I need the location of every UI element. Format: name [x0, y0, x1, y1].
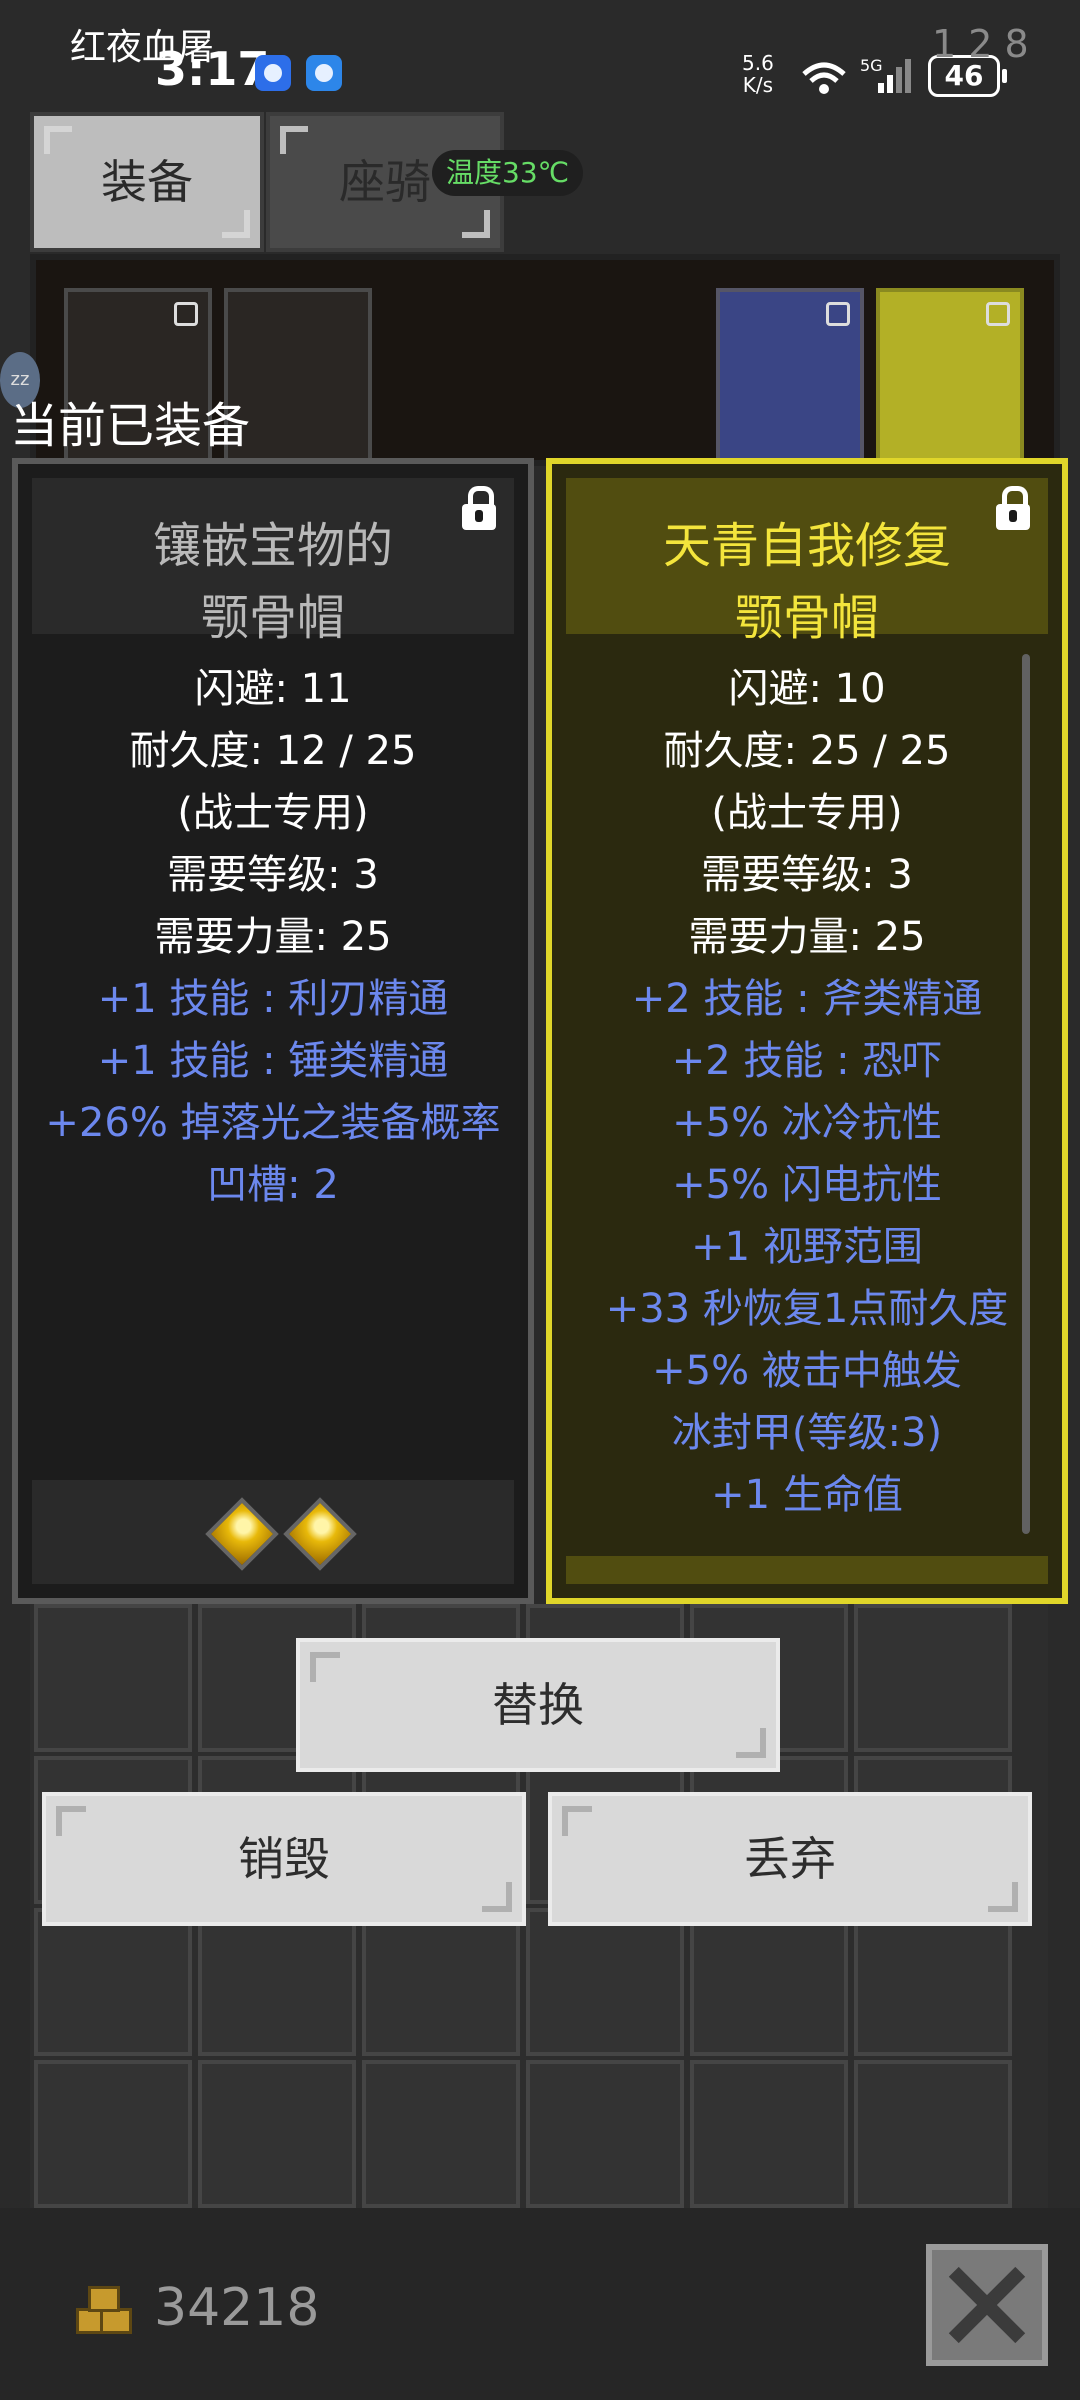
- inventory-slot[interactable]: [690, 1908, 848, 2056]
- inventory-slot[interactable]: [34, 1604, 192, 1752]
- equipment-slot[interactable]: [716, 288, 864, 466]
- stat-line: 耐久度: 25 / 25: [663, 728, 951, 774]
- lock-icon: [826, 302, 850, 326]
- corner-number: 1 2 8: [932, 22, 1029, 66]
- wifi-icon: [802, 62, 846, 94]
- network-speed-value: 5.6: [742, 51, 774, 75]
- stat-line: +2 技能 : 恐吓: [671, 1038, 943, 1084]
- inventory-slot[interactable]: [854, 2060, 1012, 2208]
- temperature-badge: 温度33℃: [432, 150, 584, 196]
- discard-button-label: 丢弃: [744, 1832, 836, 1886]
- stat-line: +1 技能 : 利刃精通: [97, 976, 449, 1022]
- stat-line: 需要等级: 3: [167, 852, 379, 898]
- inventory-slot[interactable]: [362, 1908, 520, 2056]
- corner-decoration: [562, 1806, 592, 1836]
- replace-button[interactable]: 替换: [296, 1638, 780, 1772]
- network-speed-unit: K/s: [742, 73, 774, 97]
- stat-line: 凹槽: 2: [207, 1162, 339, 1208]
- card-header: 镶嵌宝物的 颚骨帽: [32, 478, 514, 646]
- stat-line: +33 秒恢复1点耐久度: [605, 1286, 1009, 1332]
- inventory-slot[interactable]: [34, 1908, 192, 2056]
- equipped-label: 当前已装备: [10, 398, 251, 454]
- cloud-icon: [306, 55, 342, 91]
- stat-line: +5% 被击中触发: [652, 1348, 962, 1394]
- corner-decoration: [310, 1652, 340, 1682]
- inventory-slot[interactable]: [526, 2060, 684, 2208]
- scrollbar[interactable]: [1022, 654, 1030, 1534]
- discard-button[interactable]: 丢弃: [548, 1792, 1032, 1926]
- card-footer: [566, 1556, 1048, 1584]
- close-button[interactable]: [926, 2244, 1048, 2366]
- item-name-line1: 镶嵌宝物的: [152, 518, 393, 574]
- stat-line: 需要等级: 3: [701, 852, 913, 898]
- stat-line: +5% 冰冷抗性: [672, 1100, 942, 1146]
- corner-decoration: [280, 126, 308, 154]
- tab-equipment[interactable]: 装备: [30, 112, 264, 252]
- stat-line: 需要力量: 25: [688, 914, 926, 960]
- stat-line: +26% 掉落光之装备概率: [45, 1100, 501, 1146]
- stat-line: 耐久度: 12 / 25: [129, 728, 417, 774]
- socket-bar: [32, 1480, 514, 1584]
- corner-decoration: [56, 1806, 86, 1836]
- stat-line: 冰封甲(等级:3): [671, 1410, 943, 1456]
- item-name-line2: 颚骨帽: [200, 590, 345, 646]
- stat-line: (战士专用): [177, 790, 369, 836]
- inventory-slot[interactable]: [198, 1908, 356, 2056]
- corner-decoration: [736, 1728, 766, 1758]
- item-stats: 闪避: 10 耐久度: 25 / 25 (战士专用) 需要等级: 3 需要力量: 25 +…: [552, 658, 1062, 1526]
- stat-line: (战士专用): [711, 790, 903, 836]
- gold-amount: 34218: [154, 2278, 320, 2338]
- replace-button-label: 替换: [492, 1678, 584, 1732]
- inventory-slot[interactable]: [854, 1908, 1012, 2056]
- inventory-slot[interactable]: [690, 2060, 848, 2208]
- corner-decoration: [482, 1882, 512, 1912]
- gem-icon: [283, 1497, 357, 1571]
- bottom-bar: 34218: [0, 2208, 1080, 2400]
- new-item-card: 天青自我修复 颚骨帽 闪避: 10 耐久度: 25 / 25 (战士专用) 需要等级:…: [546, 458, 1068, 1604]
- cell-signal-icon: 5G: [860, 56, 911, 93]
- corner-decoration: [222, 210, 250, 238]
- destroy-button-label: 销毁: [238, 1832, 330, 1886]
- item-name-line1: 天青自我修复: [662, 518, 951, 574]
- gold-coins-icon: [70, 2284, 134, 2336]
- lock-icon: [174, 302, 198, 326]
- item-stats: 闪避: 11 耐久度: 12 / 25 (战士专用) 需要等级: 3 需要力量: 25 +…: [18, 658, 528, 1216]
- item-name-line2: 颚骨帽: [734, 590, 879, 646]
- corner-decoration: [988, 1882, 1018, 1912]
- inventory-slot[interactable]: [198, 2060, 356, 2208]
- gem-icon: [205, 1497, 279, 1571]
- lock-icon[interactable]: [996, 486, 1030, 530]
- destroy-button[interactable]: 销毁: [42, 1792, 526, 1926]
- stat-line: +1 生命值: [711, 1472, 903, 1518]
- bulb-icon: [255, 55, 291, 91]
- network-speed: 5.6 K/s: [742, 52, 774, 96]
- stat-line: 闪避: 11: [194, 666, 352, 712]
- stat-line: 需要力量: 25: [154, 914, 392, 960]
- stat-line: +1 技能 : 锤类精通: [97, 1038, 449, 1084]
- inventory-slot[interactable]: [362, 2060, 520, 2208]
- inventory-slot[interactable]: [526, 1908, 684, 2056]
- equipped-item-card: 镶嵌宝物的 颚骨帽 闪避: 11 耐久度: 12 / 25 (战士专用) 需要等级: …: [12, 458, 534, 1604]
- clock: 3:17: [155, 42, 270, 96]
- stat-line: +2 技能 : 斧类精通: [631, 976, 983, 1022]
- helmet-slot[interactable]: [876, 288, 1024, 466]
- network-type: 5G: [860, 56, 883, 75]
- corner-decoration: [44, 126, 72, 154]
- stat-line: +1 视野范围: [691, 1224, 923, 1270]
- lock-icon: [986, 302, 1010, 326]
- lock-icon[interactable]: [462, 486, 496, 530]
- stat-line: +5% 闪电抗性: [672, 1162, 942, 1208]
- status-bar: 红夜血屠 3:17 5.6 K/s 5G 46 1 2 8: [0, 0, 1080, 110]
- stat-line: 闪避: 10: [728, 666, 886, 712]
- card-header: 天青自我修复 颚骨帽: [566, 478, 1048, 646]
- inventory-slot[interactable]: [34, 2060, 192, 2208]
- corner-decoration: [462, 210, 490, 238]
- inventory-slot[interactable]: [854, 1604, 1012, 1752]
